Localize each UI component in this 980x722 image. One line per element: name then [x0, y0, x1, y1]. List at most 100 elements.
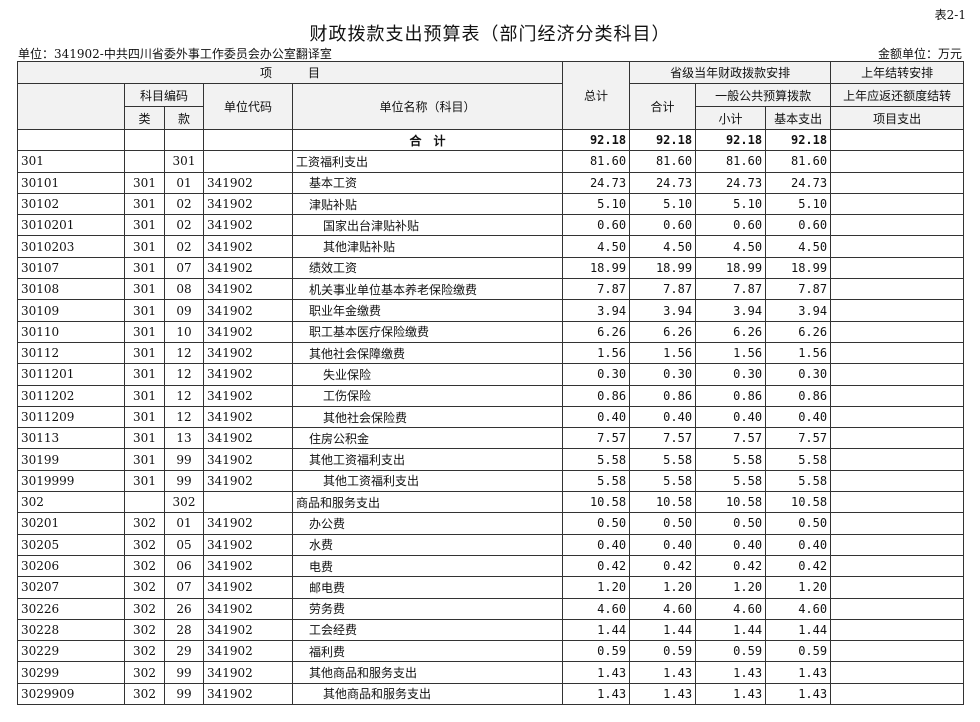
row-unit-code: 341902	[203, 278, 293, 301]
row-unit-code: 341902	[203, 533, 293, 556]
row-total: 4.60	[562, 597, 631, 620]
table-row: 30107 301 07 341902 绩效工资 18.99 18.99 18.99 18.99	[17, 256, 965, 280]
row-total: 3.94	[562, 299, 631, 322]
row-name: 其他津贴补贴	[291, 235, 564, 258]
row-class: 302	[124, 640, 165, 663]
row-total: 0.59	[562, 640, 631, 663]
row-class: 301	[124, 192, 165, 216]
row-project	[830, 405, 965, 429]
total-total: 92.18	[562, 128, 631, 152]
row-class: 302	[124, 533, 165, 556]
row-section: 99	[164, 682, 204, 706]
row-project	[830, 150, 965, 173]
header-basic: 基本支出	[765, 106, 832, 130]
row-name: 工伤保险	[291, 384, 564, 407]
row-project	[830, 341, 965, 365]
row-code: 30226	[17, 597, 125, 620]
total-sum: 92.18	[629, 128, 697, 152]
row-basic: 0.50	[765, 512, 832, 535]
row-subtotal: 1.44	[695, 618, 767, 642]
row-unit-code: 341902	[203, 405, 293, 429]
row-code: 302	[17, 491, 125, 514]
row-class: 301	[124, 214, 165, 237]
row-code: 3029909	[17, 682, 125, 706]
row-basic: 5.58	[765, 469, 832, 493]
row-name: 工资福利支出	[291, 150, 564, 173]
row-section: 302	[164, 491, 204, 514]
row-code: 30110	[17, 320, 125, 343]
row-class: 301	[124, 405, 165, 429]
row-section: 12	[164, 405, 204, 429]
row-sum: 0.40	[629, 533, 697, 556]
row-project	[830, 448, 965, 471]
row-basic: 24.73	[765, 171, 832, 194]
header-blank	[17, 83, 125, 130]
row-class: 301	[124, 363, 165, 386]
row-project	[830, 554, 965, 578]
row-sum: 0.59	[629, 640, 697, 663]
row-class	[124, 491, 165, 514]
header-subject-code: 科目编码	[124, 83, 204, 107]
row-basic: 1.44	[765, 618, 832, 642]
row-basic: 6.26	[765, 320, 832, 343]
row-unit-code: 341902	[203, 682, 293, 706]
row-sum: 0.86	[629, 384, 697, 407]
row-code: 30102	[17, 192, 125, 216]
row-name: 其他商品和服务支出	[291, 682, 564, 706]
row-sum: 24.73	[629, 171, 697, 194]
row-total: 0.60	[562, 214, 631, 237]
row-name: 商品和服务支出	[291, 491, 564, 514]
row-class: 302	[124, 554, 165, 578]
row-total: 0.86	[562, 384, 631, 407]
row-basic: 1.43	[765, 682, 832, 706]
row-code: 30109	[17, 299, 125, 322]
row-unit-code: 341902	[203, 427, 293, 450]
row-class: 301	[124, 278, 165, 301]
table-row: 30102 301 02 341902 津贴补贴 5.10 5.10 5.10 5.10	[17, 192, 965, 216]
row-project	[830, 384, 965, 407]
row-sum: 4.60	[629, 597, 697, 620]
row-name: 基本工资	[291, 171, 564, 194]
row-class: 301	[124, 320, 165, 343]
row-subtotal: 6.26	[695, 320, 767, 343]
row-unit-code: 341902	[203, 448, 293, 471]
header-carryover-group: 上年结转安排	[830, 61, 965, 84]
header-total: 总计	[562, 61, 631, 130]
table-row: 30228 302 28 341902 工会经费 1.44 1.44 1.44 1.44	[17, 618, 965, 642]
row-name: 电费	[291, 554, 564, 578]
row-project	[830, 533, 965, 556]
header-section: 款	[164, 106, 204, 130]
row-sum: 7.57	[629, 427, 697, 450]
row-unit-code: 341902	[203, 384, 293, 407]
row-code: 30207	[17, 576, 125, 599]
header-general-budget: 一般公共预算拨款	[695, 83, 832, 107]
row-unit-code: 341902	[203, 214, 293, 237]
row-project	[830, 363, 965, 386]
row-unit-code: 341902	[203, 512, 293, 535]
row-class: 302	[124, 597, 165, 620]
row-name: 其他社会保险费	[291, 405, 564, 429]
row-name: 其他商品和服务支出	[291, 661, 564, 684]
row-subtotal: 0.60	[695, 214, 767, 237]
header-subtotal: 小计	[695, 106, 767, 130]
row-name: 其他工资福利支出	[291, 448, 564, 471]
row-code: 3011201	[17, 363, 125, 386]
row-project	[830, 171, 965, 194]
row-total: 5.58	[562, 448, 631, 471]
row-section: 99	[164, 448, 204, 471]
total-basic: 92.18	[765, 128, 832, 152]
row-subtotal: 1.43	[695, 661, 767, 684]
total-project	[830, 128, 965, 152]
row-total: 5.58	[562, 469, 631, 493]
row-project	[830, 682, 965, 706]
row-total: 5.10	[562, 192, 631, 216]
row-unit-code: 341902	[203, 597, 293, 620]
row-code: 30299	[17, 661, 125, 684]
row-total: 24.73	[562, 171, 631, 194]
table-row: 30112 301 12 341902 其他社会保障缴费 1.56 1.56 1.56 1.56	[17, 341, 965, 365]
row-name: 工会经费	[291, 618, 564, 642]
row-class: 301	[124, 427, 165, 450]
row-total: 1.56	[562, 341, 631, 365]
row-subtotal: 0.40	[695, 405, 767, 429]
row-section: 26	[164, 597, 204, 620]
